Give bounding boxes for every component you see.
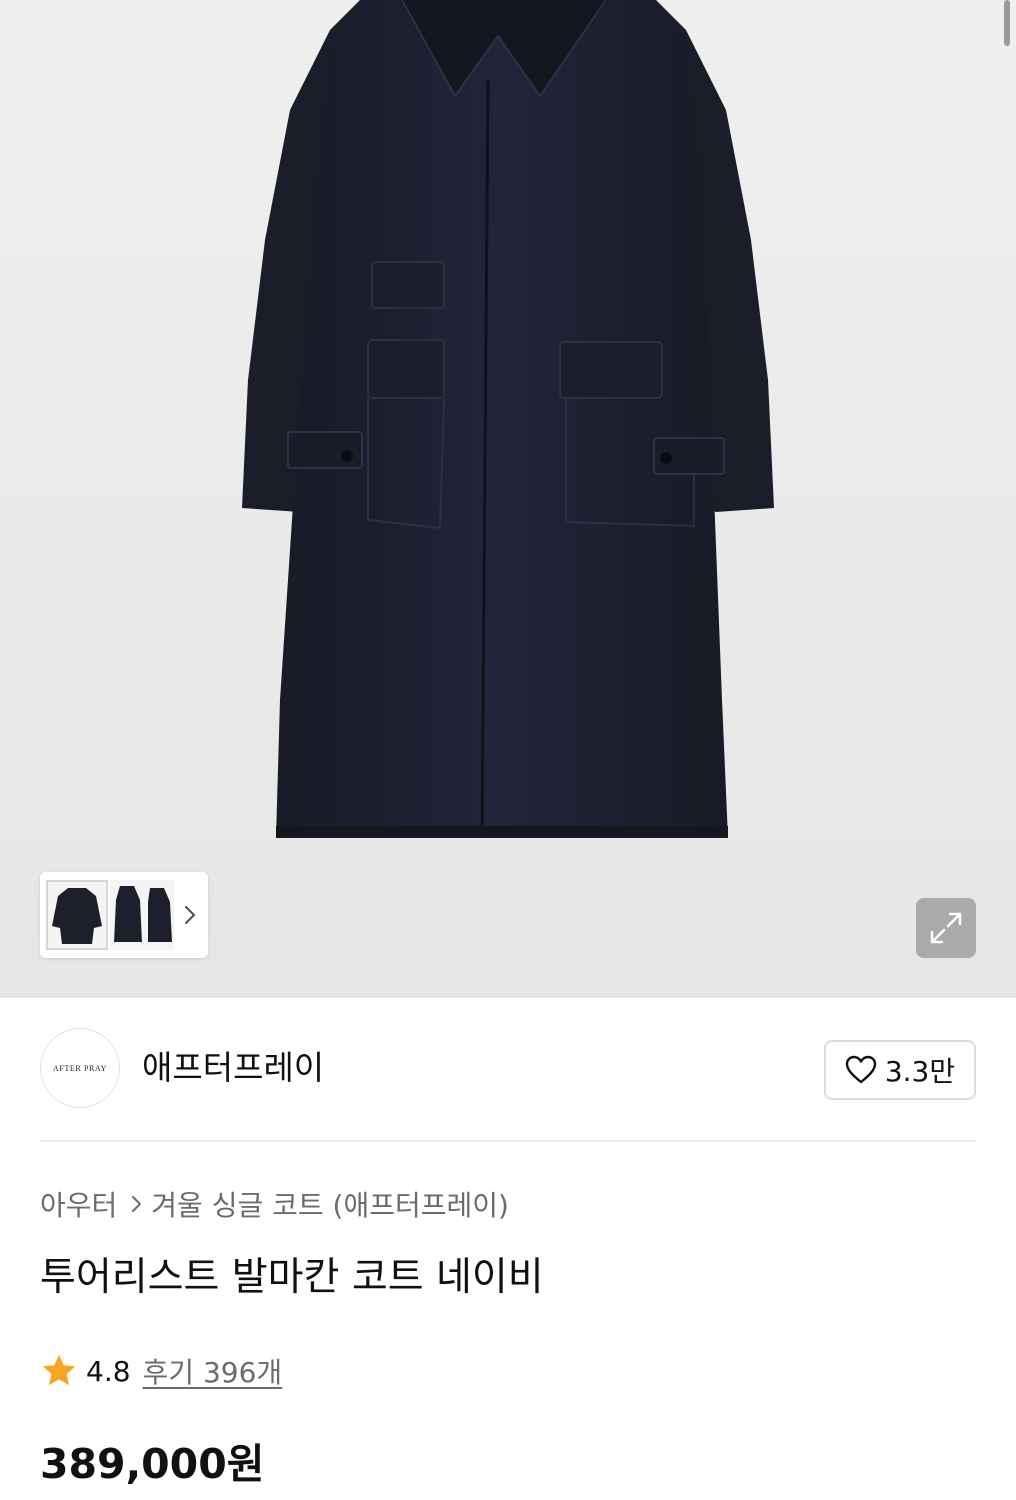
- breadcrumb-subcategory[interactable]: 겨울 싱글 코트 (애프터프레이): [151, 1184, 509, 1224]
- coat-front-thumbnail-icon: [52, 888, 102, 944]
- coat-image: [242, 0, 774, 839]
- thumbnail-strip[interactable]: [40, 872, 208, 958]
- thumbnail-coat-front[interactable]: [46, 880, 108, 950]
- scrollbar[interactable]: [1004, 0, 1010, 46]
- coat-side-thumbnail-icon: [114, 886, 142, 942]
- chevron-right-icon: [131, 1194, 143, 1214]
- rating-row: 4.8 후기 396개: [40, 1350, 282, 1392]
- expand-arrows-icon: [930, 912, 962, 944]
- thumbnail-next-button[interactable]: [178, 902, 202, 928]
- expand-image-button[interactable]: [916, 898, 976, 958]
- like-count: 3.3만: [884, 1055, 956, 1088]
- review-count-link[interactable]: 후기 396개: [143, 1351, 283, 1391]
- coat-back-thumbnail-icon: [148, 888, 172, 942]
- divider: [40, 1140, 976, 1142]
- brand-like-button[interactable]: 3.3만: [824, 1040, 976, 1100]
- brand-name[interactable]: 애프터프레이: [142, 1048, 324, 1088]
- chevron-right-icon: [184, 905, 196, 925]
- product-title: 투어리스트 발마칸 코트 네이비: [40, 1255, 544, 1300]
- star-icon: [42, 1354, 76, 1386]
- heart-icon: [845, 1055, 877, 1084]
- brand-logo[interactable]: AFTER PRAY: [40, 1028, 120, 1108]
- product-price: 389,000원: [40, 1440, 265, 1488]
- thumbnail-coat-side[interactable]: [110, 880, 144, 950]
- rating-score: 4.8: [86, 1354, 131, 1388]
- breadcrumb-category[interactable]: 아우터: [40, 1184, 117, 1224]
- brand-logo-text: AFTER PRAY: [53, 1063, 107, 1073]
- breadcrumb: 아우터 겨울 싱글 코트 (애프터프레이): [40, 1184, 509, 1224]
- brand-row: AFTER PRAY 애프터프레이 3.3만: [40, 1028, 976, 1110]
- thumbnail-coat-back[interactable]: [144, 880, 174, 950]
- product-image-area[interactable]: [0, 0, 1016, 998]
